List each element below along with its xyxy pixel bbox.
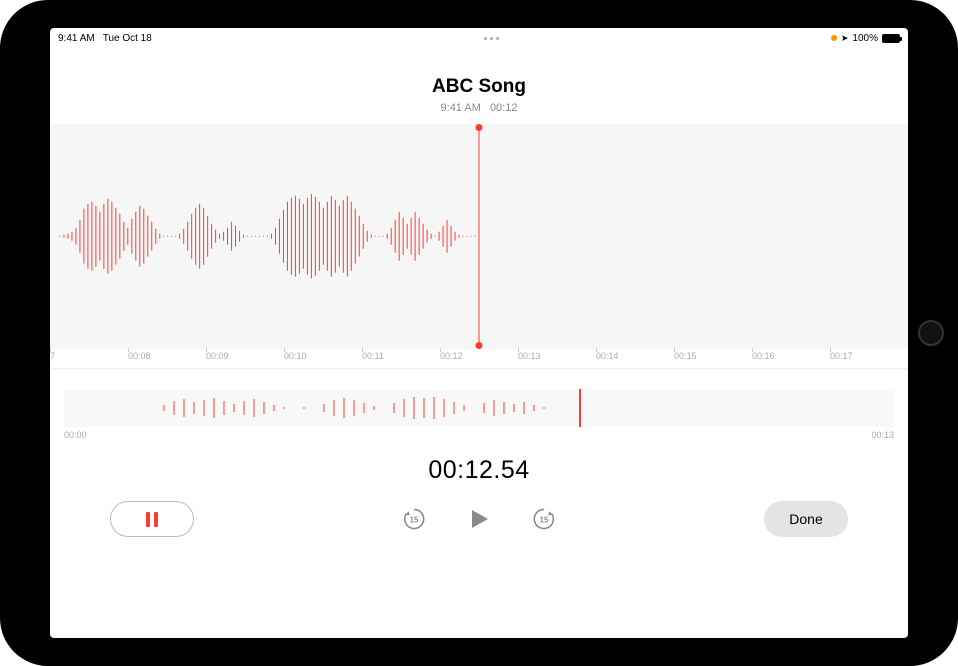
ruler-tick: 00:16 bbox=[752, 351, 830, 368]
skip-forward-icon: 15 bbox=[531, 506, 557, 532]
home-button[interactable] bbox=[918, 320, 944, 346]
recording-timestamp: 9:41 AM bbox=[441, 102, 481, 114]
ruler-tick: 00:17 bbox=[830, 351, 908, 368]
overview-labels: 00:00 00:13 bbox=[64, 430, 894, 440]
recording-meta: 9:41 AM 00:12 bbox=[50, 102, 908, 114]
ruler-tick: 00:13 bbox=[518, 351, 596, 368]
ruler-tick: 00:08 bbox=[128, 351, 206, 368]
done-button[interactable]: Done bbox=[764, 501, 848, 537]
multitask-dots[interactable] bbox=[152, 37, 831, 40]
ruler-tick: 00:11 bbox=[362, 351, 440, 368]
skip-back-icon: 15 bbox=[401, 506, 427, 532]
status-date: Tue Oct 18 bbox=[103, 33, 152, 44]
location-icon: ➤ bbox=[841, 33, 849, 44]
ruler-tick: 00:10 bbox=[284, 351, 362, 368]
skip-forward-15-button[interactable]: 15 bbox=[531, 506, 557, 532]
ipad-frame: 9:41 AM Tue Oct 18 ➤ 100% ABC Song 9:41 … bbox=[0, 0, 958, 666]
recording-header: ABC Song 9:41 AM 00:12 bbox=[50, 48, 908, 124]
ruler-tick: 00:14 bbox=[596, 351, 674, 368]
svg-text:15: 15 bbox=[540, 515, 549, 524]
pause-button[interactable] bbox=[110, 501, 194, 537]
time-ruler: 700:0800:0900:1000:1100:1200:1300:1400:1… bbox=[50, 349, 908, 369]
battery-percentage: 100% bbox=[852, 33, 878, 44]
ruler-tick: 00:09 bbox=[206, 351, 284, 368]
recording-duration: 00:12 bbox=[490, 102, 518, 114]
playhead[interactable] bbox=[479, 128, 480, 345]
ruler-tick: 7 bbox=[50, 351, 128, 368]
svg-text:15: 15 bbox=[410, 515, 419, 524]
time-counter: 00:12.54 bbox=[50, 456, 908, 485]
ruler-tick: 00:12 bbox=[440, 351, 518, 368]
waveform-main[interactable] bbox=[50, 124, 908, 349]
mic-indicator-icon bbox=[831, 35, 837, 41]
status-time: 9:41 AM bbox=[58, 33, 95, 44]
overview-graphic bbox=[64, 389, 894, 427]
skip-back-15-button[interactable]: 15 bbox=[401, 506, 427, 532]
playback-controls: 15 15 Done bbox=[50, 491, 908, 553]
overview-playhead[interactable] bbox=[579, 389, 581, 427]
ruler-tick: 00:15 bbox=[674, 351, 752, 368]
recording-title[interactable]: ABC Song bbox=[50, 76, 908, 98]
overview-start-label: 00:00 bbox=[64, 430, 87, 440]
overview-end-label: 00:13 bbox=[871, 430, 894, 440]
play-button[interactable] bbox=[467, 507, 491, 531]
screen: 9:41 AM Tue Oct 18 ➤ 100% ABC Song 9:41 … bbox=[50, 28, 908, 638]
waveform-overview[interactable] bbox=[64, 389, 894, 427]
play-icon bbox=[467, 507, 491, 531]
battery-icon bbox=[882, 34, 900, 43]
status-bar: 9:41 AM Tue Oct 18 ➤ 100% bbox=[50, 28, 908, 48]
pause-icon bbox=[146, 512, 158, 527]
